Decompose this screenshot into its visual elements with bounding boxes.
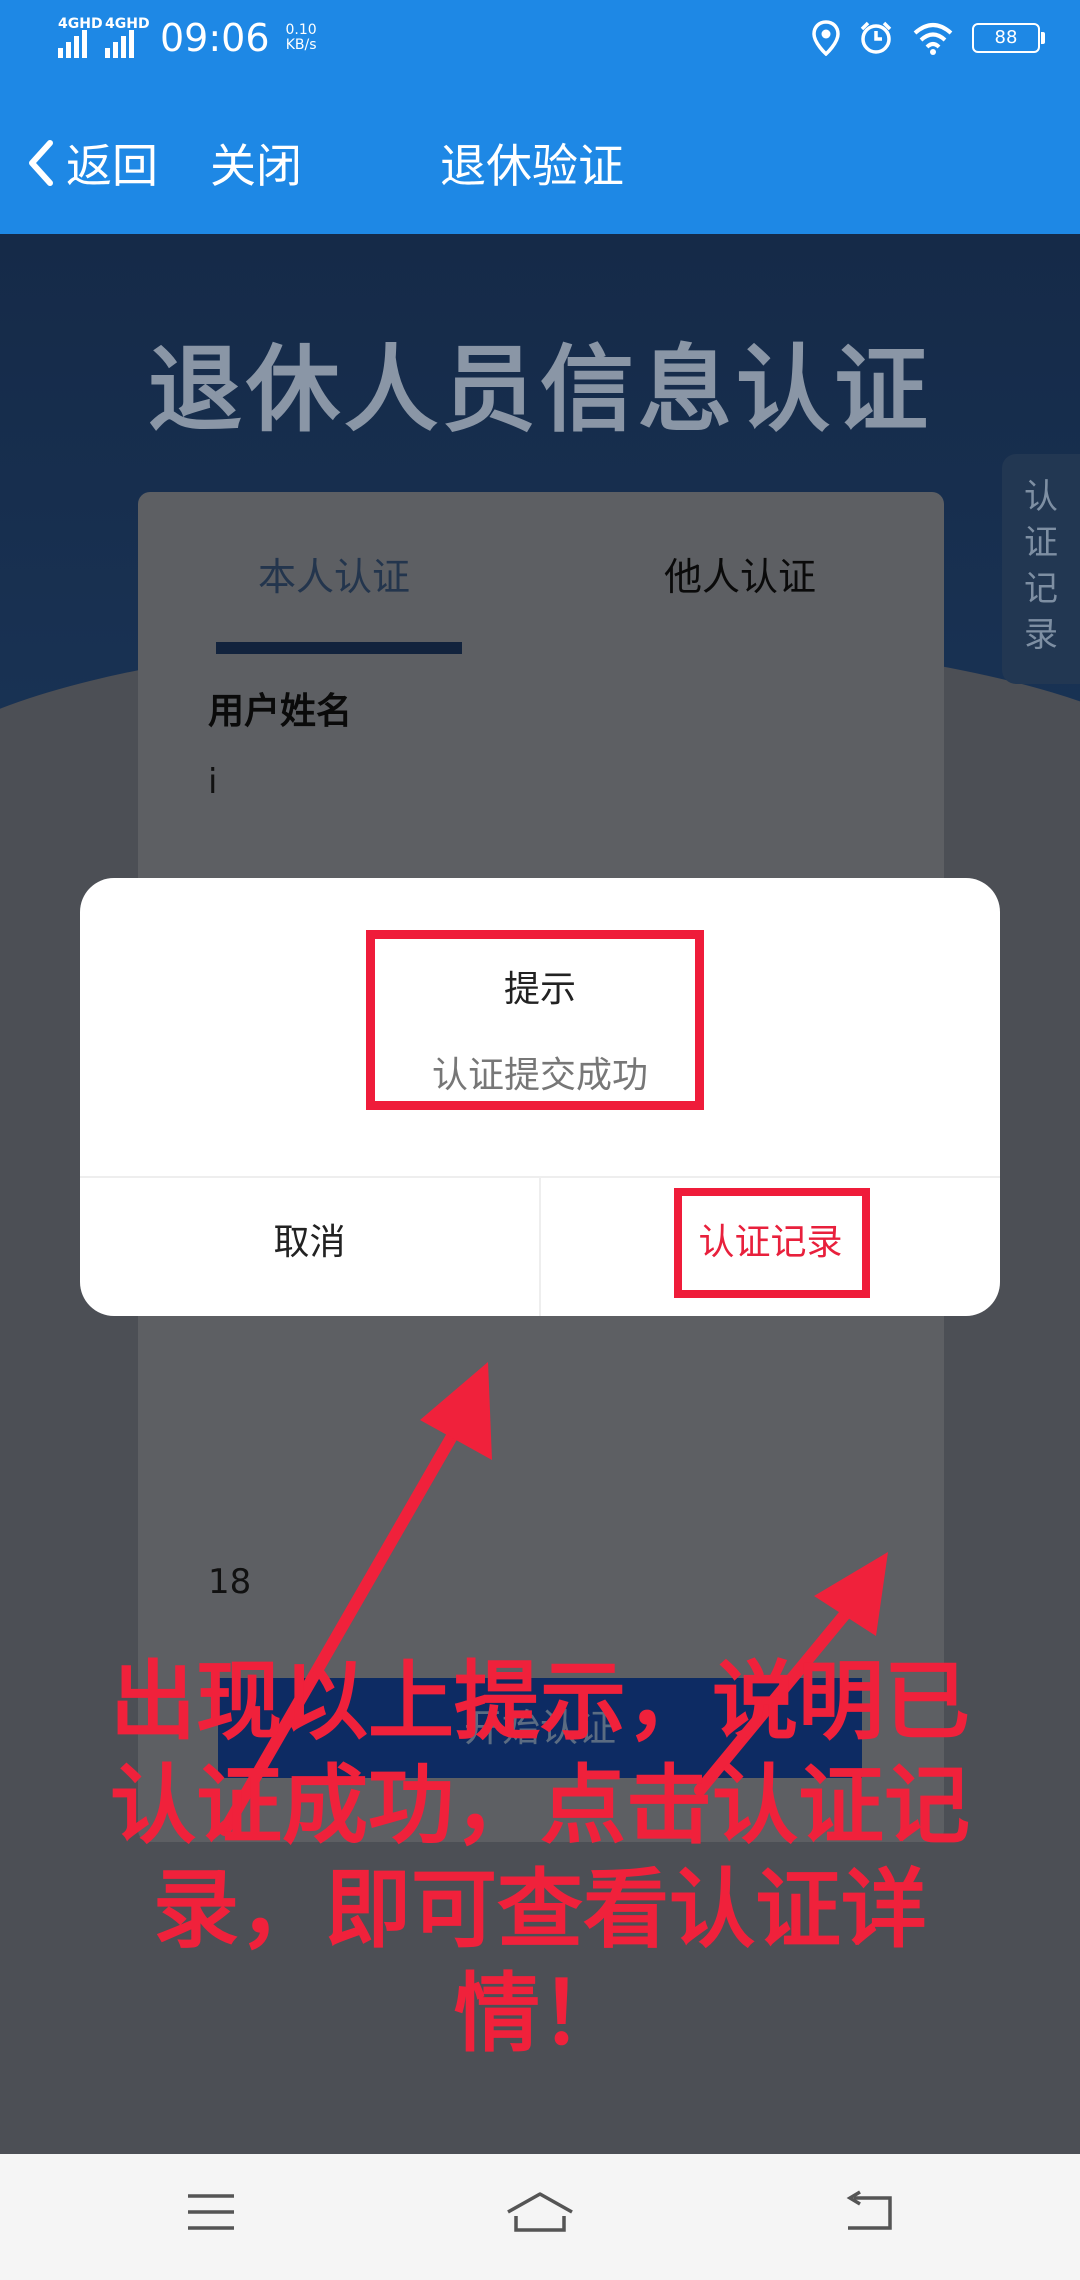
home-icon[interactable]: [504, 2190, 576, 2238]
annotation-line: 录，即可查看认证详: [153, 1860, 927, 1960]
menu-icon[interactable]: [186, 2190, 236, 2234]
back-nav-icon[interactable]: [842, 2190, 896, 2234]
annotation-text: 出现以上提示，说明已 认证成功，点击认证记 录，即可查看认证详 情！: [30, 1650, 1050, 2066]
system-nav-bar: [0, 2154, 1080, 2280]
annotation-line: 认证成功，点击认证记: [110, 1756, 970, 1856]
annotation-line: 出现以上提示，说明已: [110, 1652, 970, 1752]
annotation-line: 情！: [454, 1964, 626, 2064]
